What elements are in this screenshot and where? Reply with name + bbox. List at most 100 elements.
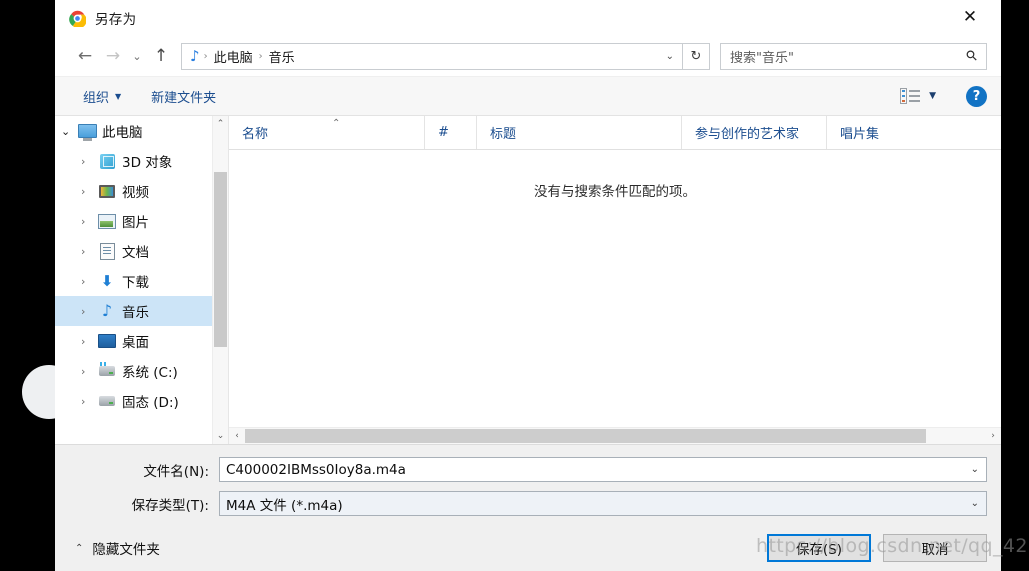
empty-list-message: 没有与搜索条件匹配的项。 xyxy=(534,184,696,200)
hide-folders-label: 隐藏文件夹 xyxy=(92,542,160,558)
sidebar-item-label: 视频 xyxy=(122,185,149,201)
sidebar-item-3d-objects[interactable]: › 3D 对象 xyxy=(55,146,228,176)
desktop-icon xyxy=(97,334,117,348)
column-header-name[interactable]: 名称 ⌃ xyxy=(229,116,425,149)
chevron-down-icon[interactable]: ⌄ xyxy=(61,125,77,138)
sidebar-item-this-pc[interactable]: ⌄ 此电脑 xyxy=(55,116,228,146)
screen: 另存为 ✕ ← → ⌄ ↑ ♪ › 此电脑 › 音乐 ⌄ ↻ 搜索"音乐" ⚲ xyxy=(0,0,1029,571)
search-placeholder: 搜索"音乐" xyxy=(730,50,794,66)
recent-locations-button[interactable]: ⌄ xyxy=(127,42,147,70)
sidebar-item-pictures[interactable]: › 图片 xyxy=(55,206,228,236)
view-icon-line xyxy=(909,100,921,102)
sidebar-scrollbar[interactable]: ⌃ ⌄ xyxy=(212,116,228,444)
save-button[interactable]: 保存(S) xyxy=(767,534,871,562)
sidebar-item-label: 图片 xyxy=(122,215,149,231)
sidebar-item-label: 固态 (D:) xyxy=(122,395,179,411)
chevron-right-icon[interactable]: › xyxy=(81,275,97,288)
filetype-value: M4A 文件 (*.m4a) xyxy=(226,497,343,514)
sidebar-item-label: 桌面 xyxy=(122,335,149,351)
view-options-icon[interactable] xyxy=(900,88,921,104)
chevron-right-icon[interactable]: › xyxy=(81,395,97,408)
search-input[interactable]: 搜索"音乐" ⚲ xyxy=(720,42,987,70)
chevron-up-icon: ⌃ xyxy=(75,542,84,554)
up-button[interactable]: ↑ xyxy=(147,42,175,70)
sidebar-item-downloads[interactable]: › ⬇ 下载 xyxy=(55,266,228,296)
chevron-right-icon[interactable]: › xyxy=(81,215,97,228)
dialog-body: ⌄ 此电脑 › 3D 对象 › 视频 › 图片 › 文档 › ⬇ 下载 › ♪ … xyxy=(55,115,1001,444)
view-options-caret-icon[interactable]: ▼ xyxy=(929,91,936,101)
filename-value: C400002IBMss0Ioy8a.m4a xyxy=(226,461,406,478)
chevron-down-icon[interactable]: ⌄ xyxy=(971,464,986,475)
pictures-icon xyxy=(97,213,117,229)
hide-folders-toggle[interactable]: ⌃ 隐藏文件夹 xyxy=(75,538,160,558)
music-icon: ♪ xyxy=(101,301,113,320)
help-button[interactable]: ? xyxy=(966,85,987,107)
filetype-select[interactable]: M4A 文件 (*.m4a) ⌄ xyxy=(219,491,987,516)
organize-label: 组织 xyxy=(83,90,110,106)
sort-ascending-icon: ⌃ xyxy=(332,118,341,129)
breadcrumb-item-music[interactable]: 音乐 xyxy=(264,47,300,66)
view-icon-line xyxy=(909,90,921,92)
command-bar: 组织 ▼ 新建文件夹 ▼ ? xyxy=(55,76,1001,115)
sidebar-item-music[interactable]: › ♪ 音乐 xyxy=(55,296,228,326)
chevron-down-icon[interactable]: ⌄ xyxy=(971,498,986,509)
scrollbar-track[interactable] xyxy=(245,429,985,443)
scrollbar-thumb[interactable] xyxy=(245,429,926,443)
navigation-bar: ← → ⌄ ↑ ♪ › 此电脑 › 音乐 ⌄ ↻ 搜索"音乐" ⚲ xyxy=(55,36,1001,76)
address-bar[interactable]: ♪ › 此电脑 › 音乐 ⌄ xyxy=(181,42,683,70)
filename-label: 文件名(N): xyxy=(143,463,209,480)
scroll-right-icon[interactable]: › xyxy=(985,431,1001,441)
drive-icon xyxy=(97,396,117,406)
filename-input[interactable]: C400002IBMss0Ioy8a.m4a ⌄ xyxy=(219,457,987,482)
sidebar-item-system-drive[interactable]: › 系统 (C:) xyxy=(55,356,228,386)
sidebar-item-ssd-drive[interactable]: › 固态 (D:) xyxy=(55,386,228,416)
cancel-button[interactable]: 取消 xyxy=(883,534,987,562)
column-header-title[interactable]: 标题 xyxy=(477,116,682,149)
chevron-right-icon[interactable]: › xyxy=(81,365,97,378)
column-header-row: 名称 ⌃ # 标题 参与创作的艺术家 唱片集 xyxy=(229,116,1001,150)
chevron-right-icon[interactable]: › xyxy=(81,335,97,348)
filename-row: 文件名(N): C400002IBMss0Ioy8a.m4a ⌄ xyxy=(55,457,1001,482)
chevron-right-icon[interactable]: › xyxy=(81,155,97,168)
close-icon[interactable]: ✕ xyxy=(948,2,992,32)
sidebar-item-label: 音乐 xyxy=(122,305,149,321)
sidebar-item-desktop[interactable]: › 桌面 xyxy=(55,326,228,356)
sidebar-item-label: 文档 xyxy=(122,245,149,261)
back-button[interactable]: ← xyxy=(71,42,99,70)
navigation-pane: ⌄ 此电脑 › 3D 对象 › 视频 › 图片 › 文档 › ⬇ 下载 › ♪ … xyxy=(55,116,228,444)
sidebar-item-label: 系统 (C:) xyxy=(122,365,178,381)
scroll-up-icon[interactable]: ⌃ xyxy=(213,116,228,132)
column-header-label: 名称 xyxy=(242,127,269,142)
sidebar-item-videos[interactable]: › 视频 xyxy=(55,176,228,206)
organize-button[interactable]: 组织 ▼ xyxy=(83,87,121,106)
sidebar-item-documents[interactable]: › 文档 xyxy=(55,236,228,266)
title-bar: 另存为 ✕ xyxy=(55,0,1001,36)
file-list-pane: 名称 ⌃ # 标题 参与创作的艺术家 唱片集 没有与搜索条件匹配的项。 ‹ › xyxy=(228,116,1001,444)
new-folder-button[interactable]: 新建文件夹 xyxy=(151,87,216,106)
sidebar-scrollbar-thumb[interactable] xyxy=(214,172,227,347)
column-header-album[interactable]: 唱片集 xyxy=(827,116,947,149)
scroll-left-icon[interactable]: ‹ xyxy=(229,431,245,441)
refresh-button[interactable]: ↻ xyxy=(683,42,710,70)
breadcrumb-item-this-pc[interactable]: 此电脑 xyxy=(209,47,258,66)
save-form: 文件名(N): C400002IBMss0Ioy8a.m4a ⌄ 保存类型(T)… xyxy=(55,444,1001,525)
column-header-contributing-artists[interactable]: 参与创作的艺术家 xyxy=(682,116,827,149)
chevron-right-icon[interactable]: › xyxy=(81,245,97,258)
chevron-down-icon: ▼ xyxy=(115,91,122,101)
sidebar-item-label: 下载 xyxy=(122,275,149,291)
dialog-footer: ⌃ 隐藏文件夹 保存(S) 取消 xyxy=(55,525,1001,571)
music-folder-icon: ♪ xyxy=(190,46,200,65)
scroll-down-icon[interactable]: ⌄ xyxy=(213,428,228,444)
documents-icon xyxy=(97,242,117,260)
chevron-down-icon[interactable]: ⌄ xyxy=(666,51,674,62)
search-icon: ⚲ xyxy=(962,46,982,66)
sidebar-item-label: 3D 对象 xyxy=(122,155,173,171)
view-icon-dot xyxy=(902,90,906,92)
file-list-horizontal-scrollbar[interactable]: ‹ › xyxy=(229,427,1001,444)
videos-icon xyxy=(97,184,117,198)
forward-button[interactable]: → xyxy=(99,42,127,70)
sidebar-item-label: 此电脑 xyxy=(102,125,143,141)
chevron-right-icon[interactable]: › xyxy=(81,185,97,198)
column-header-track-number[interactable]: # xyxy=(425,116,477,149)
chevron-right-icon[interactable]: › xyxy=(81,305,97,318)
